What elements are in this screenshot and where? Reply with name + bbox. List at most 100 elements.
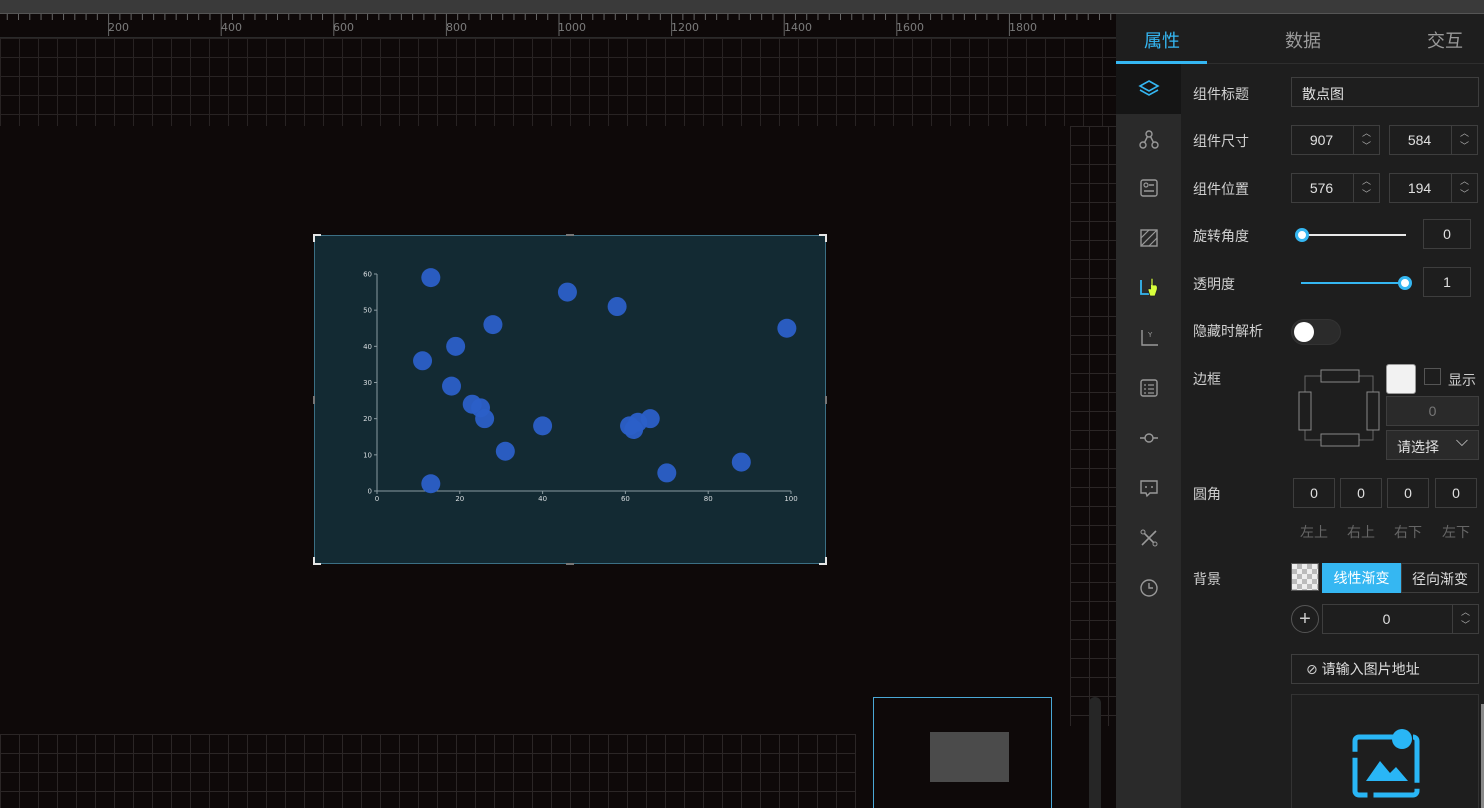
resize-handle-top-left[interactable] [313,234,321,242]
tab-data[interactable]: 数据 [1285,27,1321,53]
y-tick-label: 20 [363,415,372,423]
radius-bottom-left-input[interactable]: 0 [1435,478,1477,508]
title-input[interactable]: 散点图 [1291,77,1479,107]
scatter-point [413,351,433,371]
scatter-point [446,336,466,356]
sidebar-item-y-axis[interactable]: Y [1116,313,1181,363]
title-label: 组件标题 [1193,86,1249,102]
sidebar-item-point-line[interactable] [1116,413,1181,463]
sidebar-item-list[interactable] [1116,363,1181,413]
editor-canvas[interactable]: 200 400 600 800 1000 1200 1400 1600 1800… [0,14,1116,808]
height-stepper[interactable]: 584 ︿ ﹀ [1389,125,1478,155]
sidebar-item-tools[interactable] [1116,513,1181,563]
width-spin[interactable]: ︿ ﹀ [1353,126,1379,154]
border-label: 边框 [1193,371,1221,387]
minimap[interactable] [873,697,1052,808]
minimap-viewport[interactable] [930,732,1009,782]
y-tick-label: 30 [363,379,372,387]
opacity-slider[interactable] [1301,282,1406,284]
horizontal-ruler[interactable]: 200 400 600 800 1000 1200 1400 1600 1800 [0,14,1116,38]
radius-bottom-right-input[interactable]: 0 [1387,478,1429,508]
gradient-angle-spin[interactable]: ︿ ﹀ [1452,605,1478,633]
sidebar-item-hatch[interactable] [1116,213,1181,263]
sidebar-item-tooltip[interactable] [1116,463,1181,513]
scatter-point [533,416,553,436]
pos-y-spin[interactable]: ︿ ﹀ [1451,174,1477,202]
position-label: 组件位置 [1193,181,1249,197]
resize-handle-bottom-left[interactable] [313,557,321,565]
settings-panel-icon [1139,179,1158,197]
resize-handle-right[interactable] [825,396,827,404]
toggle-knob [1294,322,1314,342]
chevron-down-icon: ⌵ [1455,433,1468,450]
sidebar-item-nodes[interactable] [1116,114,1181,164]
opacity-input[interactable]: 1 [1423,267,1471,297]
pos-y-value: 194 [1407,180,1432,196]
sidebar-item-settings-panel[interactable] [1116,163,1181,213]
resize-handle-top-right[interactable] [819,234,827,242]
svg-text:Y: Y [1147,331,1153,339]
link-icon: ⊘ [1306,661,1318,677]
tab-interaction[interactable]: 交互 [1427,27,1463,53]
radius-top-right-input[interactable]: 0 [1340,478,1382,508]
rotation-input[interactable]: 0 [1423,219,1471,249]
scatter-chart: 0 10 20 30 40 50 60 0 20 40 60 80 100 [363,268,798,503]
pos-y-stepper[interactable]: 194 ︿ ﹀ [1389,173,1478,203]
scatter-point [421,268,441,288]
title-value: 散点图 [1302,86,1344,102]
radial-gradient-button[interactable]: 径向渐变 [1401,563,1479,593]
radius-top-left-input[interactable]: 0 [1293,478,1335,508]
background-color-swatch[interactable] [1291,563,1319,591]
image-upload-area[interactable] [1291,694,1479,808]
resize-handle-top[interactable] [566,234,574,236]
border-color-swatch[interactable] [1386,364,1416,394]
image-url-input[interactable]: ⊘ 请输入图片地址 [1291,654,1479,684]
top-bar [0,0,1484,14]
x-tick-label: 80 [704,495,713,503]
width-stepper[interactable]: 907 ︿ ﹀ [1291,125,1380,155]
sidebar-item-layers[interactable] [1116,64,1181,114]
y-tick-label: 40 [363,343,372,351]
sidebar-item-chart-axis[interactable] [1116,263,1181,313]
gradient-angle-stepper[interactable]: 0 ︿ ﹀ [1322,604,1479,634]
pos-x-value: 576 [1309,180,1334,196]
rotation-slider[interactable] [1301,234,1406,236]
sidebar-item-history[interactable] [1116,563,1181,613]
pos-x-stepper[interactable]: 576 ︿ ﹀ [1291,173,1380,203]
height-spin[interactable]: ︿ ﹀ [1451,126,1477,154]
resize-handle-bottom-right[interactable] [819,557,827,565]
border-width-input[interactable]: 0 [1386,396,1479,426]
border-sides-icon[interactable] [1295,364,1387,456]
ruler-label: 400 [221,21,242,34]
tab-properties[interactable]: 属性 [1144,27,1180,53]
background-label: 背景 [1193,571,1221,587]
ruler-label: 1800 [1009,21,1037,34]
x-tick-label: 0 [375,495,379,503]
ruler-label: 600 [333,21,354,34]
border-show-checkbox[interactable] [1424,368,1441,385]
image-url-placeholder: 请输入图片地址 [1321,661,1420,677]
image-upload-icon [1352,729,1420,798]
opacity-slider-knob[interactable] [1398,276,1412,290]
scatter-chart-component[interactable]: 0 10 20 30 40 50 60 0 20 40 60 80 100 [313,234,827,565]
scatter-point [607,297,627,317]
x-tick-label: 20 [455,495,464,503]
scatter-point [483,315,503,335]
border-style-select[interactable]: 请选择 ⌵ [1386,430,1479,460]
rotation-slider-knob[interactable] [1295,228,1309,242]
ruler-label: 1600 [896,21,924,34]
history-icon [1139,579,1158,597]
scatter-point [557,282,577,302]
hide-parse-toggle[interactable] [1291,319,1341,345]
add-gradient-button[interactable]: + [1291,605,1319,633]
pos-x-spin[interactable]: ︿ ﹀ [1353,174,1379,202]
border-show-label: 显示 [1448,372,1476,388]
radius-corner-label: 右下 [1394,524,1422,540]
resize-handle-bottom[interactable] [566,563,574,565]
canvas-scrollbar[interactable] [1089,697,1101,808]
linear-gradient-button[interactable]: 线性渐变 [1322,563,1401,593]
size-label: 组件尺寸 [1193,133,1249,149]
y-tick-label: 60 [363,271,372,279]
rotation-value: 0 [1443,226,1451,242]
resize-handle-left[interactable] [313,396,315,404]
